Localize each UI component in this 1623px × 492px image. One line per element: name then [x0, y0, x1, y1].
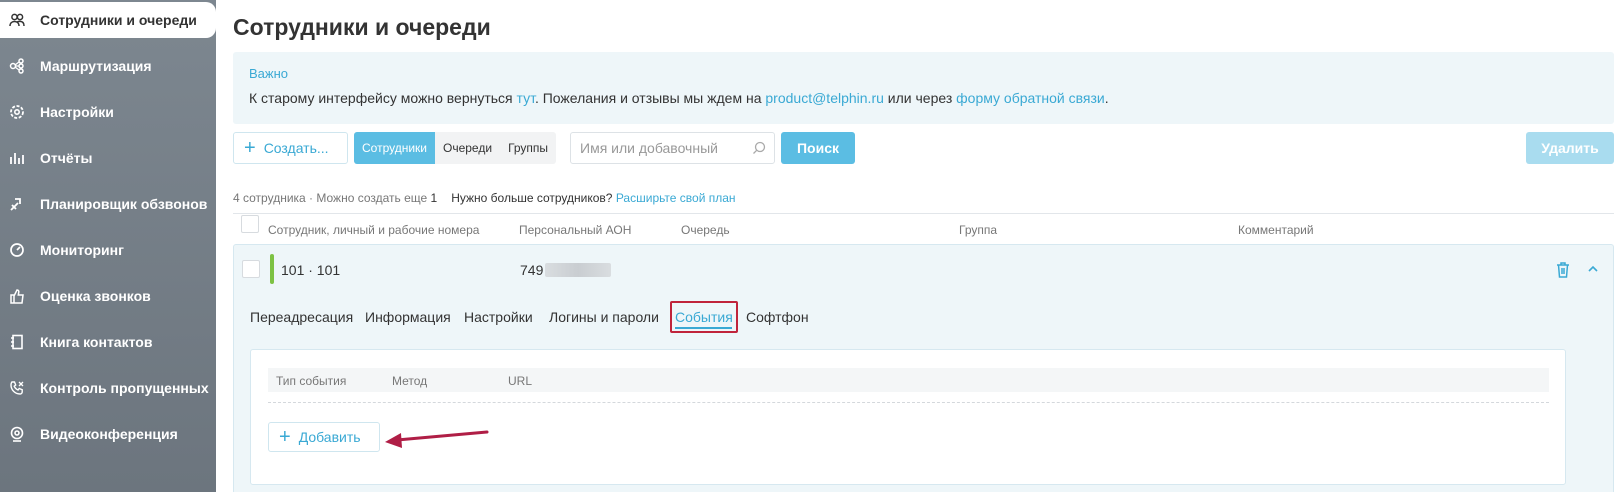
sidebar-item-call-rating[interactable]: Оценка звонков	[0, 278, 216, 314]
table-header: Сотрудник, личный и рабочие номера Персо…	[233, 213, 1614, 243]
sidebar-item-label: Настройки	[40, 104, 114, 120]
column-group: Группа	[959, 223, 998, 237]
old-interface-link[interactable]: тут	[517, 90, 535, 106]
tab-logins[interactable]: Логины и пароли	[549, 309, 659, 325]
segment-employees[interactable]: Сотрудники	[354, 132, 435, 164]
create-button[interactable]: + Создать...	[233, 132, 348, 164]
column-event-type: Тип события	[276, 374, 347, 388]
events-table-header: Тип события Метод URL	[268, 368, 1549, 392]
notice-title: Важно	[249, 66, 289, 81]
divider	[268, 402, 1549, 403]
remaining-count: 1	[430, 191, 438, 205]
notice-text: К старому интерфейсу можно вернуться тут…	[249, 90, 1109, 106]
upgrade-plan-link[interactable]: Расширьте свой план	[616, 191, 736, 205]
webcam-icon	[8, 425, 26, 443]
status-indicator	[270, 254, 274, 284]
sidebar-item-label: Видеоконференция	[40, 426, 178, 442]
search-button[interactable]: Поиск	[781, 132, 855, 164]
sidebar-item-label: Планировщик обзвонов	[40, 196, 208, 212]
sidebar-item-employees[interactable]: Сотрудники и очереди	[0, 2, 216, 38]
sidebar-item-label: Маршрутизация	[40, 58, 152, 74]
main-content: Сотрудники и очереди Важно К старому инт…	[216, 0, 1623, 492]
notice-text-part: . Пожелания и отзывы мы ждем на	[534, 90, 766, 106]
email-link[interactable]: product@telphin.ru	[765, 90, 884, 106]
page-title: Сотрудники и очереди	[233, 14, 491, 40]
bar-chart-icon	[8, 149, 26, 167]
sidebar-item-label: Отчёты	[40, 150, 93, 166]
segment-groups[interactable]: Группы	[500, 132, 556, 164]
trash-icon[interactable]	[1555, 261, 1571, 279]
aon-value: 749	[520, 262, 544, 278]
employee-card: 101 · 101 749 Переадресация Информация Н…	[233, 244, 1614, 492]
search-icon	[753, 141, 766, 154]
column-url: URL	[508, 374, 533, 388]
personal-aon: 749	[520, 262, 612, 278]
sidebar-item-routing[interactable]: Маршрутизация	[0, 48, 216, 84]
redacted-number	[545, 263, 612, 277]
notice-text-part: или через	[883, 90, 957, 106]
dialer-icon	[8, 195, 26, 213]
add-event-label: Добавить	[298, 429, 361, 445]
search-box	[570, 132, 775, 164]
people-icon	[8, 11, 26, 29]
sidebar-item-contacts[interactable]: Книга контактов	[0, 324, 216, 360]
view-segmented-control: Сотрудники Очереди Группы	[354, 132, 557, 164]
gauge-icon	[8, 241, 26, 259]
events-panel: Тип события Метод URL + Добавить	[250, 349, 1566, 485]
column-comment: Комментарий	[1238, 223, 1314, 237]
notice-banner: Важно К старому интерфейсу можно вернуть…	[233, 52, 1614, 124]
sidebar-item-reports[interactable]: Отчёты	[0, 140, 216, 176]
select-all-checkbox[interactable]	[241, 215, 259, 233]
sidebar-item-label: Книга контактов	[40, 334, 153, 350]
column-method: Метод	[392, 374, 428, 388]
toolbar: + Создать... Сотрудники Очереди Группы П…	[233, 132, 1614, 164]
sidebar-item-label: Контроль пропущенных	[40, 380, 209, 396]
column-aon: Персональный АОН	[519, 223, 632, 237]
routing-icon	[8, 57, 26, 75]
search-input[interactable]	[571, 133, 736, 163]
column-queue: Очередь	[681, 223, 730, 237]
table-row[interactable]: 101 · 101 749	[234, 245, 1613, 287]
gear-icon	[8, 103, 26, 121]
add-event-button[interactable]: + Добавить	[268, 422, 380, 452]
plus-icon: +	[244, 137, 256, 159]
sidebar-item-video[interactable]: Видеоконференция	[0, 416, 216, 452]
sidebar-item-label: Оценка звонков	[40, 288, 151, 304]
sidebar: Сотрудники и очереди Маршрутизация Настр…	[0, 0, 216, 492]
column-employee: Сотрудник, личный и рабочие номера	[268, 223, 480, 237]
tab-forwarding[interactable]: Переадресация	[250, 309, 353, 325]
sidebar-item-missed[interactable]: Контроль пропущенных	[0, 370, 216, 406]
contacts-book-icon	[8, 333, 26, 351]
row-checkbox[interactable]	[242, 260, 260, 278]
chevron-up-icon[interactable]	[1587, 263, 1599, 275]
employee-count: 4 сотрудника · Можно создать еще	[233, 191, 431, 205]
feedback-form-link[interactable]: форму обратной связи	[956, 90, 1105, 106]
sidebar-item-settings[interactable]: Настройки	[0, 94, 216, 130]
need-more-text: Нужно больше сотрудников?	[451, 191, 613, 205]
notice-text-part: К старому интерфейсу можно вернуться	[249, 90, 517, 106]
create-button-label: Создать...	[263, 140, 329, 156]
tab-softphone[interactable]: Софтфон	[746, 309, 809, 325]
sidebar-item-dialer[interactable]: Планировщик обзвонов	[0, 186, 216, 222]
tab-settings[interactable]: Настройки	[464, 309, 533, 325]
tab-active-underline	[675, 327, 732, 329]
segment-queues[interactable]: Очереди	[435, 132, 500, 164]
sidebar-item-monitoring[interactable]: Мониторинг	[0, 232, 216, 268]
tab-events[interactable]: События	[675, 309, 733, 325]
employee-name: 101 · 101	[281, 262, 341, 278]
sidebar-item-label: Сотрудники и очереди	[40, 12, 197, 28]
annotation-arrow	[385, 430, 489, 448]
missed-call-icon	[8, 379, 26, 397]
plus-icon: +	[279, 426, 291, 448]
sidebar-item-label: Мониторинг	[40, 242, 124, 258]
tab-info[interactable]: Информация	[365, 309, 451, 325]
thumbs-up-icon	[8, 287, 26, 305]
employees-summary: 4 сотрудника · Можно создать еще 1 Нужно …	[233, 191, 736, 205]
notice-text-part: .	[1104, 90, 1109, 106]
delete-button[interactable]: Удалить	[1526, 132, 1614, 164]
